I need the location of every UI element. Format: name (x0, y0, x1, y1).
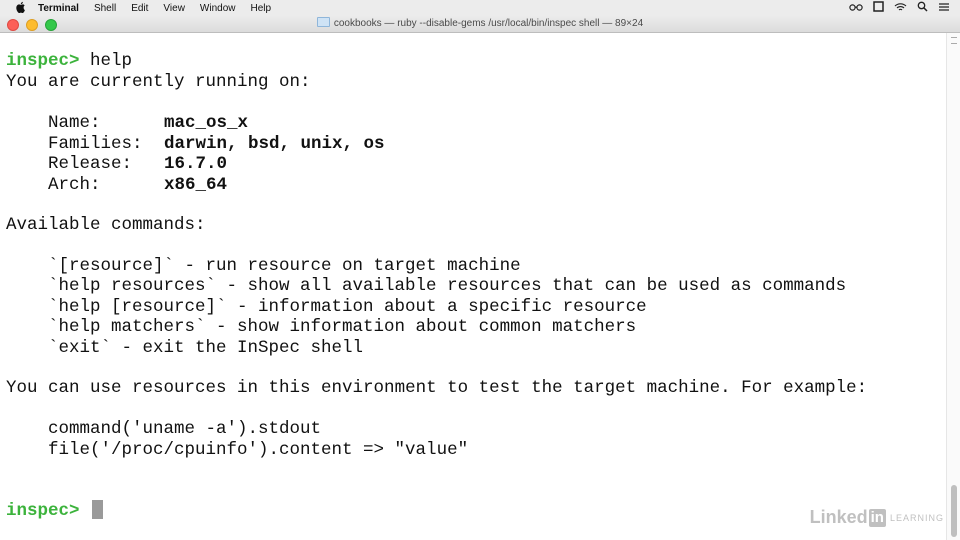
scrollbar-thumb[interactable] (951, 485, 957, 537)
logo-learning-text: LEARNING (889, 512, 944, 523)
platform-label: Release: (48, 154, 133, 174)
prompt: inspec> (6, 51, 80, 71)
search-icon[interactable] (917, 1, 928, 15)
command-item: `[resource]` - run resource on target ma… (48, 256, 521, 276)
prompt: inspec> (6, 501, 80, 521)
logo-in-text: in (868, 508, 886, 527)
scroll-grip-icon (951, 37, 957, 44)
menu-bar: Terminal Shell Edit View Window Help (0, 0, 960, 17)
example-line: file('/proc/cpuinfo').content => "value" (48, 440, 469, 460)
usage-text: You can use resources in this environmen… (6, 378, 868, 398)
window-title-text: cookbooks — ruby --disable-gems /usr/loc… (333, 18, 644, 29)
platform-value: mac_os_x (164, 113, 249, 133)
menu-view[interactable]: View (163, 3, 185, 14)
menu-window[interactable]: Window (200, 3, 236, 14)
platform-label: Families: (48, 134, 143, 154)
terminal-content[interactable]: inspec> help You are currently running o… (0, 33, 946, 540)
menu-terminal[interactable]: Terminal (38, 3, 79, 14)
logo-linked-text: Linked (809, 507, 868, 527)
command-item: `exit` - exit the InSpec shell (48, 338, 364, 358)
platform-value: 16.7.0 (164, 154, 228, 174)
platform-value: darwin, bsd, unix, os (164, 134, 385, 154)
menu-help[interactable]: Help (251, 3, 272, 14)
intro-text: You are currently running on: (6, 72, 311, 92)
active-prompt-line[interactable]: inspec> (6, 500, 104, 521)
command-item: `help [resource]` - information about a … (48, 297, 647, 317)
example-line: command('uname -a').stdout (48, 419, 322, 439)
apple-icon[interactable] (0, 0, 38, 17)
linkedin-learning-logo: Linked in LEARNING (810, 507, 944, 528)
text-cursor (92, 500, 104, 519)
platform-label: Name: (48, 113, 101, 133)
glasses-icon[interactable] (849, 2, 863, 15)
window-title: cookbooks — ruby --disable-gems /usr/loc… (0, 17, 960, 29)
platform-label: Arch: (48, 175, 101, 195)
screen-icon[interactable] (873, 1, 884, 15)
folder-icon (316, 17, 330, 27)
window-titlebar: cookbooks — ruby --disable-gems /usr/loc… (0, 16, 960, 33)
command-item: `help matchers` - show information about… (48, 317, 637, 337)
menu-edit[interactable]: Edit (131, 3, 148, 14)
prompt-line: inspec> help (6, 51, 132, 72)
command-text: help (90, 51, 133, 71)
platform-value: x86_64 (164, 175, 228, 195)
commands-heading: Available commands: (6, 215, 206, 235)
list-icon[interactable] (938, 2, 950, 15)
command-item: `help resources` - show all available re… (48, 276, 847, 296)
wifi-icon[interactable] (894, 2, 907, 15)
menu-shell[interactable]: Shell (94, 3, 116, 14)
scrollbar[interactable] (946, 33, 960, 540)
